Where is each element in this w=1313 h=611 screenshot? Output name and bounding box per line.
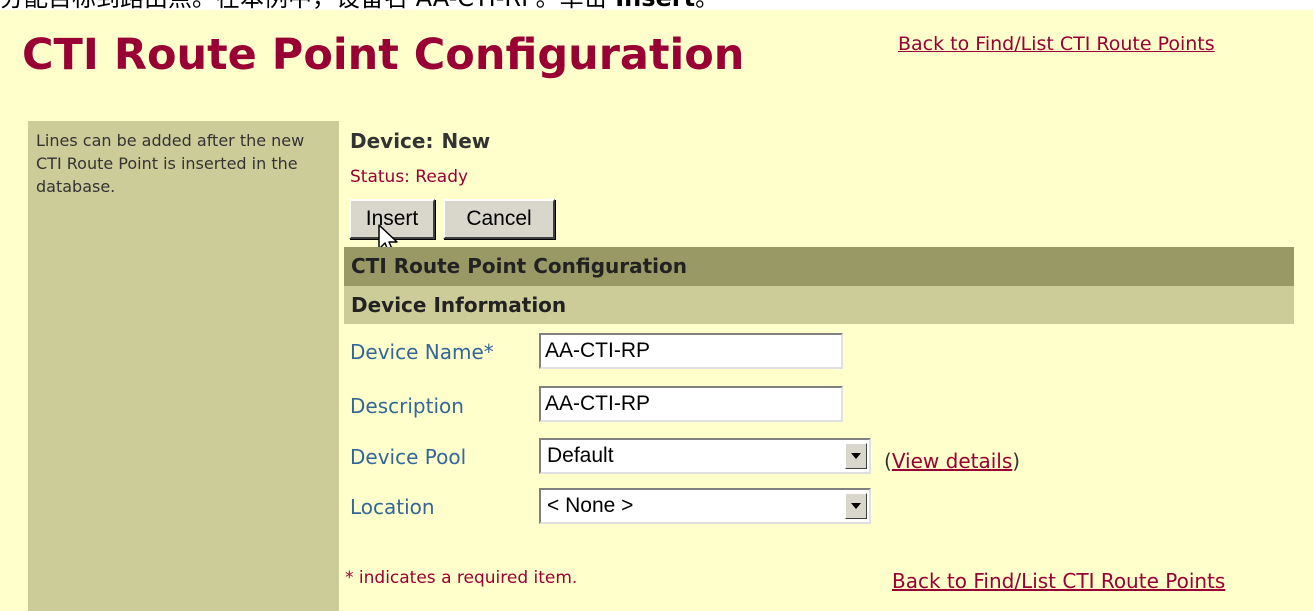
view-details: (View details) bbox=[884, 449, 1020, 473]
device-pool-value: Default bbox=[547, 444, 614, 467]
description-label: Description bbox=[350, 394, 464, 418]
location-value: < None > bbox=[547, 494, 634, 517]
back-to-list-link-bottom[interactable]: Back to Find/List CTI Route Points bbox=[892, 569, 1225, 593]
section-header-device-information: Device Information bbox=[344, 286, 1294, 324]
page-title: CTI Route Point Configuration bbox=[22, 30, 745, 80]
sidebar-note: Lines can be added after the new CTI Rou… bbox=[36, 131, 305, 196]
device-label: Device: bbox=[350, 129, 434, 153]
device-name-label: Device Name* bbox=[350, 340, 494, 364]
status-text: Status: Ready bbox=[350, 167, 469, 187]
view-details-link[interactable]: View details bbox=[892, 449, 1012, 473]
device-name-input[interactable] bbox=[539, 333, 843, 369]
top-caption-text: 分配目标到路由点。在本例中，设备名 AA-CTI-RP。单击 bbox=[0, 0, 615, 10]
sidebar: Lines can be added after the new CTI Rou… bbox=[28, 121, 339, 611]
back-to-list-link-top[interactable]: Back to Find/List CTI Route Points bbox=[898, 33, 1215, 55]
device-value: New bbox=[441, 129, 491, 153]
top-caption-bold: Insert bbox=[615, 0, 695, 10]
dropdown-arrow-icon[interactable] bbox=[845, 443, 867, 469]
view-details-open-paren: ( bbox=[884, 449, 892, 473]
location-select[interactable]: < None > bbox=[539, 488, 871, 524]
cancel-button[interactable]: Cancel bbox=[443, 199, 555, 239]
top-caption: 分配目标到路由点。在本例中，设备名 AA-CTI-RP。单击 Insert。 bbox=[0, 0, 1313, 10]
top-caption-end: 。 bbox=[695, 0, 719, 10]
device-pool-label: Device Pool bbox=[350, 445, 467, 469]
view-details-close-paren: ) bbox=[1012, 449, 1021, 473]
required-note: * indicates a required item. bbox=[345, 568, 578, 588]
description-input[interactable] bbox=[539, 386, 843, 422]
section-header-cti-route-point: CTI Route Point Configuration bbox=[344, 247, 1294, 286]
device-heading: Device: New bbox=[350, 129, 490, 153]
location-label: Location bbox=[350, 495, 435, 519]
dropdown-arrow-icon[interactable] bbox=[845, 493, 867, 519]
device-pool-select[interactable]: Default bbox=[539, 438, 871, 474]
